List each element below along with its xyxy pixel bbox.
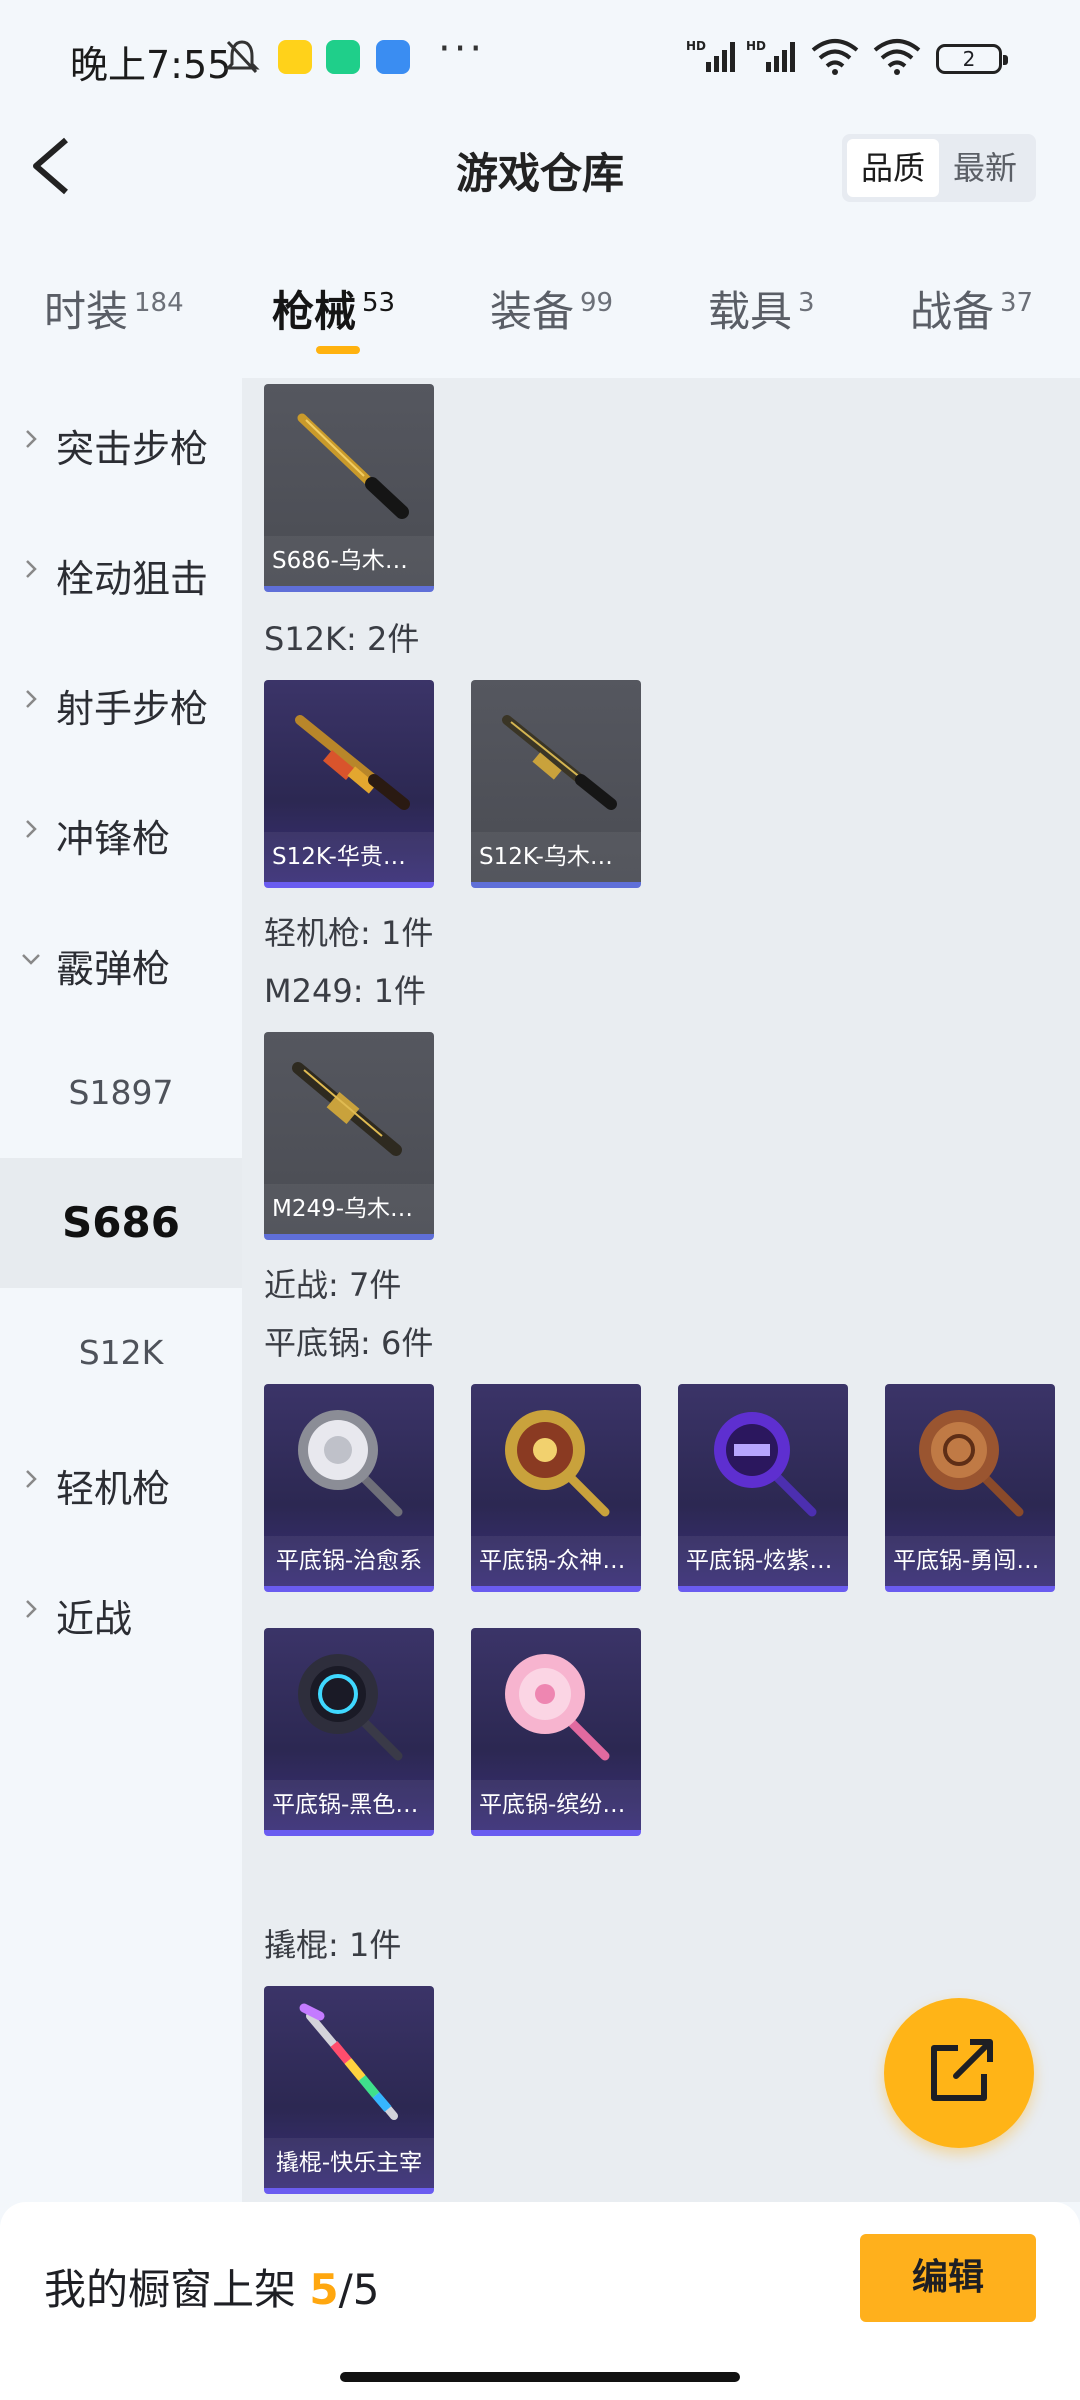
crowbar-image (299, 2003, 398, 2120)
item-name: 平底锅-众神之王 (471, 1536, 641, 1586)
app-notification-icon (278, 40, 312, 74)
section-label: 撬棍: 1件 (264, 1926, 402, 1964)
wifi-icon (811, 39, 859, 75)
chevron-right-icon (26, 690, 37, 708)
item-card-s12k-ebony[interactable]: S12K-乌木金纹 (471, 680, 641, 888)
wallet-app-icon (376, 40, 410, 74)
pan-image (298, 1654, 403, 1761)
tab-equipment[interactable]: 装备 99 (490, 278, 613, 339)
section-label: M249: 1件 (264, 972, 427, 1010)
item-name: 撬棍-快乐主宰 (264, 2138, 434, 2188)
mute-bell-icon (224, 40, 260, 74)
tab-fashion[interactable]: 时装 184 (44, 278, 184, 339)
chevron-right-icon (26, 820, 37, 838)
bottom-bar: 我的橱窗上架 5/5 编辑 (0, 2202, 1080, 2400)
battery-icon: 2 (936, 44, 1008, 74)
item-name: 平底锅-炫紫魅影 (678, 1536, 848, 1586)
category-sidebar: 突击步枪 栓动狙击 射手步枪 冲锋枪 霰弹枪 S1897 S686 S12K 轻… (0, 378, 242, 2202)
share-export-icon (931, 2039, 993, 2101)
shotgun-image (502, 715, 617, 810)
category-smg[interactable]: 冲锋枪 (0, 768, 242, 898)
svg-text:HD: HD (686, 39, 706, 53)
section-label: 近战: 7件 (264, 1266, 402, 1304)
section-label: 轻机枪: 1件 (264, 914, 434, 952)
pan-image (714, 1412, 817, 1517)
section-label: S12K: 2件 (264, 620, 420, 658)
signal-2-icon: HD (746, 39, 795, 72)
pan-image (505, 1410, 610, 1517)
wifi-2-icon (873, 39, 921, 75)
item-card-pan-6[interactable]: 平底锅-缤纷甜心 (471, 1628, 641, 1836)
item-card-crowbar[interactable]: 撬棍-快乐主宰 (264, 1986, 434, 2194)
security-app-icon (326, 40, 360, 74)
item-grid: S686-乌木金纹 S12K: 2件 S12K-华贵君王 S12K-乌木金纹 轻… (242, 378, 1080, 2202)
item-name: S12K-华贵君王 (264, 832, 434, 882)
item-card-pan-2[interactable]: 平底锅-众神之王 (471, 1384, 641, 1592)
shotgun-image (297, 413, 409, 519)
category-melee[interactable]: 近战 (0, 1548, 242, 1678)
category-bolt-sniper[interactable]: 栓动狙击 (0, 508, 242, 638)
tab-guns[interactable]: 枪械 53 (272, 278, 395, 339)
item-card-s12k-royal[interactable]: S12K-华贵君王 (264, 680, 434, 888)
chevron-right-icon (26, 1600, 37, 1618)
item-card-pan-5[interactable]: 平底锅-黑色信号 (264, 1628, 434, 1836)
item-card-s686[interactable]: S686-乌木金纹 (264, 384, 434, 592)
item-name: S686-乌木金纹 (264, 536, 434, 586)
chevron-right-icon (26, 560, 37, 578)
item-card-m249[interactable]: M249-乌木金纹 (264, 1032, 434, 1240)
home-indicator[interactable] (340, 2372, 740, 2382)
shotgun-image (295, 715, 410, 810)
item-name: 平底锅-勇闯之路 (885, 1536, 1055, 1586)
item-card-pan-1[interactable]: 平底锅-治愈系 (264, 1384, 434, 1592)
category-assault-rifle[interactable]: 突击步枪 (0, 378, 242, 508)
section-label: 平底锅: 6件 (264, 1324, 434, 1362)
status-time: 晚上7:55 (70, 43, 232, 87)
pan-image (298, 1410, 403, 1517)
sort-quality-button[interactable]: 品质 (847, 139, 939, 197)
item-name: 平底锅-黑色信号 (264, 1780, 434, 1830)
tab-vehicles[interactable]: 载具 3 (708, 278, 815, 339)
svg-text:HD: HD (746, 39, 766, 53)
share-button[interactable] (884, 1998, 1034, 2148)
subcategory-s1897[interactable]: S1897 (0, 1028, 242, 1158)
item-card-pan-3[interactable]: 平底锅-炫紫魅影 (678, 1384, 848, 1592)
tab-indicator (316, 346, 360, 354)
pan-image (919, 1410, 1024, 1517)
item-card-pan-4[interactable]: 平底锅-勇闯之路 (885, 1384, 1055, 1592)
sort-latest-button[interactable]: 最新 (939, 139, 1031, 197)
more-notifications-icon: ··· (438, 26, 486, 72)
chevron-right-icon (26, 1470, 37, 1488)
pan-image (505, 1654, 610, 1761)
sort-toggle: 品质 最新 (842, 134, 1036, 202)
subcategory-s12k[interactable]: S12K (0, 1288, 242, 1418)
item-name: 平底锅-缤纷甜心 (471, 1780, 641, 1830)
machine-gun-image (292, 1062, 402, 1156)
category-lmg[interactable]: 轻机枪 (0, 1418, 242, 1548)
status-bar: 晚上7:55 ··· HD HD 2 (0, 0, 1080, 118)
item-name: 平底锅-治愈系 (264, 1536, 434, 1586)
subcategory-s686[interactable]: S686 (0, 1158, 242, 1288)
item-name: S12K-乌木金纹 (471, 832, 641, 882)
category-shotgun[interactable]: 霰弹枪 (0, 898, 242, 1028)
tab-supplies[interactable]: 战备 37 (910, 278, 1033, 339)
edit-button[interactable]: 编辑 (860, 2234, 1036, 2322)
category-marksman-rifle[interactable]: 射手步枪 (0, 638, 242, 768)
showcase-count: 我的橱窗上架 5/5 (44, 2265, 380, 2314)
signal-icon: HD (686, 39, 735, 72)
item-name: M249-乌木金纹 (264, 1184, 434, 1234)
chevron-down-icon (22, 954, 40, 965)
chevron-right-icon (26, 430, 37, 448)
